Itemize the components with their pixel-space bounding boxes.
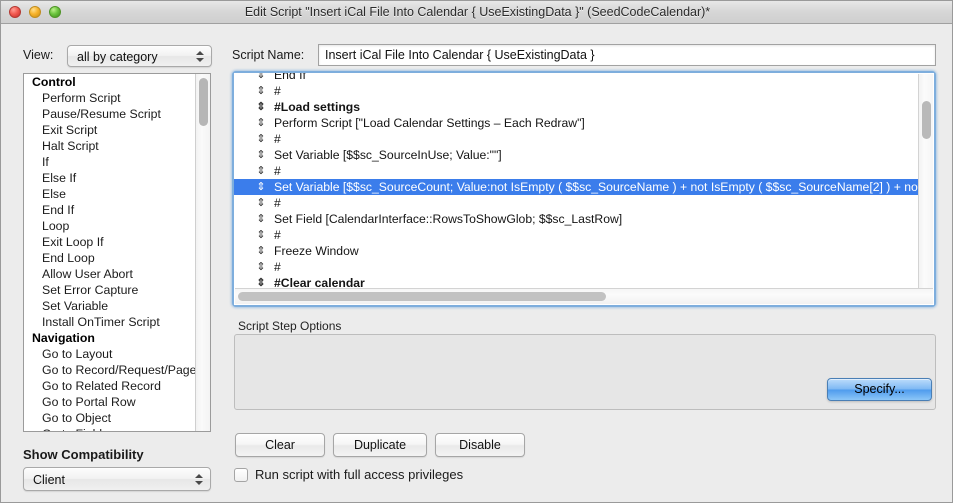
drag-handle-icon[interactable]: ⇕: [256, 243, 266, 259]
script-steps-scrollbar-thumb[interactable]: [199, 78, 208, 126]
chevron-updown-icon: [195, 46, 204, 66]
script-row[interactable]: ⇕ #Load settings: [234, 99, 934, 115]
specify-button[interactable]: Specify...: [827, 378, 932, 401]
script-row[interactable]: ⇕ Set Field [CalendarInterface::RowsToSho…: [234, 211, 934, 227]
script-row-text: #: [274, 260, 281, 274]
steps-list-item[interactable]: Else: [24, 186, 196, 202]
steps-list-item[interactable]: Allow User Abort: [24, 266, 196, 282]
script-row[interactable]: ⇕ Set Variable [$$sc_SourceInUse; Value:"…: [234, 147, 934, 163]
script-row-text: #: [274, 84, 281, 98]
view-category-value: all by category: [77, 50, 158, 64]
script-name-label: Script Name:: [232, 48, 305, 62]
drag-handle-icon[interactable]: ⇕: [256, 227, 266, 243]
steps-list-item[interactable]: Go to Layout: [24, 346, 196, 362]
script-row[interactable]: ⇕ Perform Script ["Load Calendar Settings…: [234, 115, 934, 131]
drag-handle-icon[interactable]: ⇕: [256, 115, 266, 131]
clear-button[interactable]: Clear: [235, 433, 325, 457]
drag-handle-icon[interactable]: ⇕: [256, 147, 266, 163]
script-row[interactable]: ⇕ #: [234, 195, 934, 211]
script-row-text: Perform Script ["Load Calendar Settings …: [274, 116, 585, 130]
steps-list-item[interactable]: Perform Script: [24, 90, 196, 106]
script-row[interactable]: ⇕ #: [234, 163, 934, 179]
drag-handle-icon[interactable]: ⇕: [256, 163, 266, 179]
steps-list-item[interactable]: End Loop: [24, 250, 196, 266]
script-row-text: #: [274, 164, 281, 178]
steps-list-item[interactable]: End If: [24, 202, 196, 218]
steps-list-item[interactable]: Go to Record/Request/Page: [24, 362, 197, 378]
drag-handle-icon[interactable]: ⇕: [256, 99, 266, 115]
script-steps-list[interactable]: Control Perform Script Pause/Resume Script…: [23, 73, 211, 432]
script-body-vertical-scrollbar[interactable]: [918, 74, 933, 288]
view-category-dropdown[interactable]: all by category: [67, 45, 212, 67]
script-row-text: End If: [274, 73, 306, 82]
script-row-text: Set Variable [$$sc_SourceCount; Value:no…: [274, 180, 934, 194]
steps-list-item[interactable]: If: [24, 154, 196, 170]
script-row[interactable]: ⇕ #: [234, 259, 934, 275]
full-access-checkbox-row[interactable]: Run script with full access privileges: [234, 467, 463, 482]
steps-list-item[interactable]: Pause/Resume Script: [24, 106, 196, 122]
script-row-selected[interactable]: ⇕ Set Variable [$$sc_SourceCount; Value:n…: [234, 179, 934, 195]
script-name-value: Insert iCal File Into Calendar { UseExis…: [325, 48, 595, 62]
steps-list-item[interactable]: Set Error Capture: [24, 282, 196, 298]
title-bar: Edit Script "Insert iCal File Into Calen…: [1, 1, 952, 24]
script-body-rows: ⇕ End If ⇕ # ⇕ #Load settings ⇕ Perform Script …: [234, 73, 934, 291]
script-steps-list-content: Control Perform Script Pause/Resume Script…: [24, 74, 197, 431]
script-row-text: #: [274, 196, 281, 210]
view-label: View:: [23, 48, 54, 62]
script-row-text: #: [274, 228, 281, 242]
script-body-panel[interactable]: ⇕ End If ⇕ # ⇕ #Load settings ⇕ Perform Script …: [232, 71, 936, 307]
compatibility-dropdown[interactable]: Client: [23, 467, 211, 491]
steps-category-header: Control: [32, 75, 76, 89]
script-body-vertical-scrollbar-thumb[interactable]: [922, 101, 931, 139]
steps-list-item[interactable]: Loop: [24, 218, 196, 234]
script-body-horizontal-scrollbar[interactable]: [235, 288, 933, 304]
drag-handle-icon[interactable]: ⇕: [256, 131, 266, 147]
steps-list-item[interactable]: Halt Script: [24, 138, 196, 154]
window-title: Edit Script "Insert iCal File Into Calen…: [244, 5, 711, 19]
script-row-text: #Load settings: [274, 100, 361, 114]
steps-list-item[interactable]: Go to Object: [24, 410, 196, 426]
drag-handle-icon[interactable]: ⇕: [256, 259, 266, 275]
drag-handle-icon[interactable]: ⇕: [256, 73, 266, 83]
steps-list-item[interactable]: Go to Portal Row: [24, 394, 196, 410]
steps-list-item[interactable]: Install OnTimer Script: [24, 314, 196, 330]
steps-list-item[interactable]: Exit Script: [24, 122, 196, 138]
script-row[interactable]: ⇕ #: [234, 83, 934, 99]
edit-script-window: Edit Script "Insert iCal File Into Calen…: [0, 0, 953, 503]
steps-list-item[interactable]: Set Variable: [24, 298, 196, 314]
script-row[interactable]: ⇕ #: [234, 131, 934, 147]
script-body-horizontal-scrollbar-thumb[interactable]: [238, 292, 606, 301]
drag-handle-icon[interactable]: ⇕: [256, 211, 266, 227]
full-access-label: Run script with full access privileges: [255, 467, 464, 482]
script-row-text: Set Field [CalendarInterface::RowsToShow…: [274, 212, 623, 226]
script-row[interactable]: ⇕ Freeze Window: [234, 243, 934, 259]
script-row-text: #: [274, 132, 281, 146]
script-row[interactable]: ⇕ End If: [234, 73, 934, 83]
disable-button[interactable]: Disable: [435, 433, 525, 457]
duplicate-button[interactable]: Duplicate: [333, 433, 427, 457]
steps-list-item[interactable]: Exit Loop If: [24, 234, 196, 250]
script-name-input[interactable]: Insert iCal File Into Calendar { UseExis…: [318, 44, 936, 66]
script-row[interactable]: ⇕ #: [234, 227, 934, 243]
script-row-text: Freeze Window: [274, 244, 359, 258]
show-compatibility-label: Show Compatibility: [23, 447, 144, 462]
drag-handle-icon[interactable]: ⇕: [256, 83, 266, 99]
steps-list-item[interactable]: Go to Related Record: [24, 378, 196, 394]
steps-list-item[interactable]: Else If: [24, 170, 196, 186]
script-body-rows-viewport[interactable]: ⇕ End If ⇕ # ⇕ #Load settings ⇕ Perform Script …: [234, 73, 934, 305]
chevron-updown-icon: [194, 468, 203, 490]
steps-list-item[interactable]: Go to Field: [24, 426, 196, 431]
full-access-checkbox[interactable]: [234, 467, 248, 482]
script-steps-scrollbar[interactable]: [195, 74, 210, 431]
drag-handle-icon[interactable]: ⇕: [256, 195, 266, 211]
script-row-text: Set Variable [$$sc_SourceInUse; Value:""…: [274, 148, 502, 162]
compatibility-value: Client: [33, 473, 65, 487]
script-step-options-label: Script Step Options: [238, 319, 342, 333]
steps-category-header: Navigation: [32, 331, 95, 345]
drag-handle-icon[interactable]: ⇕: [256, 179, 266, 195]
